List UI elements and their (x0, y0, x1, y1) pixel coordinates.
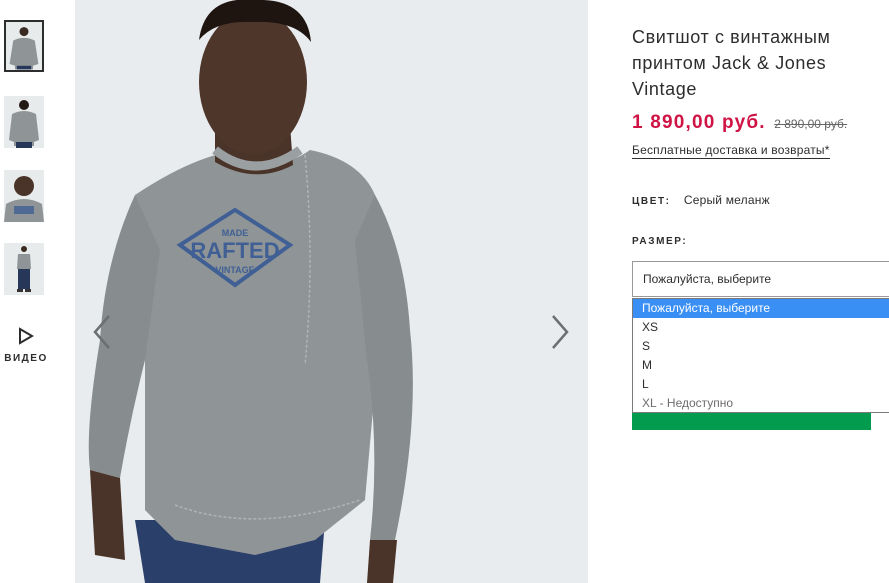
size-option-xs[interactable]: XS (633, 318, 889, 337)
free-delivery-link[interactable]: Бесплатные доставка и возвраты* (632, 143, 830, 159)
video-label: ВИДЕО (4, 353, 48, 364)
color-value: Серый меланж (683, 193, 770, 207)
size-option-l[interactable]: L (633, 375, 889, 394)
thumbnail-full-body[interactable] (4, 243, 44, 295)
main-product-image[interactable]: MADE RAFTED VINTAGE (75, 0, 588, 583)
current-price: 1 890,00 руб. (632, 112, 766, 133)
size-option-xl-unavailable: XL - Недоступно (642, 396, 734, 410)
color-row: ЦВЕТ: Серый меланж (632, 193, 770, 207)
model-photo: MADE RAFTED VINTAGE (75, 0, 588, 583)
price-row: 1 890,00 руб. 2 890,00 руб. (632, 112, 847, 134)
play-icon (19, 327, 34, 345)
next-image-button[interactable] (547, 312, 573, 352)
add-to-bag-button[interactable] (632, 413, 871, 430)
size-select-value: Пожалуйста, выберите (643, 272, 772, 286)
video-button[interactable]: ВИДЕО (4, 327, 48, 364)
previous-image-button[interactable] (89, 312, 115, 352)
size-option-placeholder[interactable]: Пожалуйста, выберите (633, 299, 889, 318)
thumbnail-column: ВИДЕО (0, 0, 60, 583)
thumbnail-back[interactable] (4, 96, 44, 148)
size-option-m[interactable]: M (633, 356, 889, 375)
thumbnail-closeup-image (4, 170, 44, 222)
thumbnail-back-image (4, 96, 44, 148)
thumbnail-closeup[interactable] (4, 170, 44, 222)
size-option-s[interactable]: S (633, 337, 889, 356)
thumbnail-full-body-image (4, 243, 44, 295)
print-text-made: MADE (222, 228, 249, 238)
old-price: 2 890,00 руб. (774, 117, 848, 131)
thumbnail-front[interactable] (4, 20, 44, 72)
print-text-vintage: VINTAGE (215, 265, 254, 275)
print-text-crafted: RAFTED (190, 238, 279, 263)
product-title: Свитшот с винтажным принтом Jack & Jones… (632, 27, 831, 99)
size-label: РАЗМЕР: (632, 236, 688, 247)
size-dropdown-list: Пожалуйста, выберите XS S M L XL - Недос… (632, 298, 889, 413)
size-select[interactable]: Пожалуйста, выберите (632, 261, 889, 297)
thumbnail-front-image (6, 22, 42, 70)
chevron-left-icon (93, 315, 110, 349)
chevron-right-icon (552, 315, 569, 349)
color-label: ЦВЕТ: (632, 196, 671, 207)
